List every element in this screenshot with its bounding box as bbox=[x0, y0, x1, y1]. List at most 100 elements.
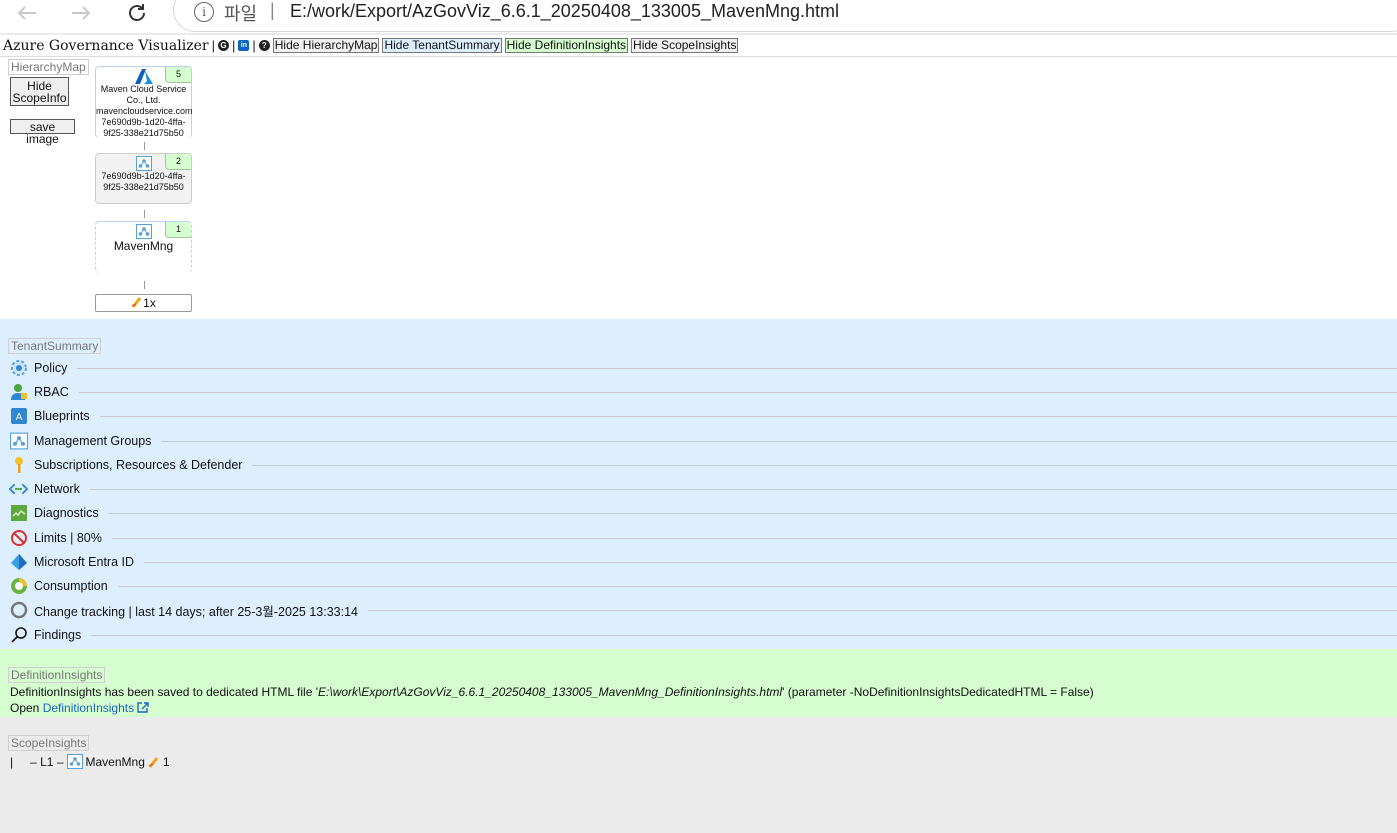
node-count-badge: 5 bbox=[165, 67, 191, 83]
summary-row-label: Policy bbox=[34, 361, 68, 375]
subscription-key-icon bbox=[131, 296, 143, 312]
github-icon[interactable]: G bbox=[217, 40, 229, 51]
tenantsummary-label: TenantSummary bbox=[8, 338, 102, 354]
hierarchymap-label: HierarchyMap bbox=[8, 59, 89, 75]
hide-scopeinsights-button[interactable]: Hide ScopeInsights bbox=[631, 38, 739, 53]
address-separator: | bbox=[270, 0, 275, 20]
divider bbox=[99, 415, 1397, 417]
divider bbox=[252, 464, 1397, 466]
summary-row-label: Microsoft Entra ID bbox=[34, 555, 135, 569]
summary-row-diagnostics[interactable]: Diagnostics bbox=[9, 502, 1397, 524]
divider bbox=[89, 488, 1397, 490]
page-topbar: Azure Governance Visualizer | G | in | ?… bbox=[0, 35, 1397, 57]
divider bbox=[108, 512, 1397, 514]
node-count-badge: 1 bbox=[165, 222, 191, 238]
definition-saved-message: DefinitionInsights has been saved to ded… bbox=[10, 685, 1094, 699]
scope-tree-row[interactable]: | – L1 – MavenMng 1 bbox=[10, 754, 170, 769]
definitioninsights-label: DefinitionInsights bbox=[8, 667, 106, 683]
divider bbox=[144, 561, 1397, 563]
summary-row-label: Subscriptions, Resources & Defender bbox=[34, 458, 243, 472]
message-prefix: DefinitionInsights has been saved to ded… bbox=[10, 685, 319, 699]
hide-hierarchymap-button[interactable]: Hide HierarchyMap bbox=[272, 38, 380, 53]
definitioninsights-link[interactable]: DefinitionInsights bbox=[43, 701, 150, 715]
summary-row-network[interactable]: Network bbox=[9, 478, 1397, 500]
svg-text:A: A bbox=[15, 412, 22, 423]
hide-definitioninsights-button[interactable]: Hide DefinitionInsights bbox=[504, 38, 629, 53]
summary-row-management-groups[interactable]: Management Groups bbox=[9, 430, 1397, 452]
tenant-summary-section: TenantSummary Policy RBAC A Blueprints M… bbox=[0, 319, 1397, 649]
summary-row-label: Management Groups bbox=[34, 434, 152, 448]
divider bbox=[78, 391, 1397, 393]
hide-scopeinfo-button[interactable]: Hide ScopeInfo bbox=[10, 77, 69, 106]
management-groups-icon bbox=[9, 432, 28, 451]
diagnostics-icon bbox=[9, 504, 28, 523]
linkedin-icon[interactable]: in bbox=[238, 40, 250, 51]
summary-row-label: Consumption bbox=[34, 579, 108, 593]
mavenmng-node[interactable]: 1 MavenMng bbox=[95, 221, 192, 273]
summary-row-label: Findings bbox=[34, 628, 82, 642]
management-group-icon bbox=[66, 754, 83, 769]
forward-button[interactable] bbox=[64, 0, 98, 26]
definition-file-path: E:\work\Export\AzGovViz_6.6.1_20250408_1… bbox=[318, 685, 783, 699]
subscription-count-node[interactable]: 1x bbox=[95, 294, 192, 312]
separator: | bbox=[252, 38, 256, 53]
summary-row-consumption[interactable]: Consumption bbox=[9, 575, 1397, 597]
scopeinsights-label: ScopeInsights bbox=[8, 735, 90, 751]
site-info-icon[interactable]: i bbox=[194, 2, 214, 22]
arrow-left-icon bbox=[17, 6, 36, 20]
external-link-icon bbox=[137, 702, 150, 713]
back-button[interactable] bbox=[10, 0, 44, 26]
definition-open-line: Open DefinitionInsights bbox=[10, 701, 150, 715]
summary-row-label: Limits | 80% bbox=[34, 531, 102, 545]
rbac-icon bbox=[9, 383, 28, 402]
node-line: 9f25-338e21d75b50 bbox=[103, 182, 184, 192]
search-icon bbox=[9, 626, 28, 645]
divider bbox=[77, 367, 1397, 369]
separator: | bbox=[231, 38, 236, 53]
scope-level: – L1 – bbox=[30, 754, 64, 769]
blueprints-icon: A bbox=[9, 407, 28, 426]
separator: | bbox=[211, 38, 215, 53]
node-title: MavenMng bbox=[113, 239, 174, 253]
root-mg-node[interactable]: 2 7e690d9b-1d20-4ffa- 9f25-338e21d75b50 bbox=[95, 153, 192, 204]
summary-row-label: Blueprints bbox=[34, 409, 90, 423]
summary-row-blueprints[interactable]: A Blueprints bbox=[9, 405, 1397, 427]
summary-row-policy[interactable]: Policy bbox=[9, 357, 1397, 379]
divider bbox=[161, 440, 1397, 442]
summary-row-label: Network bbox=[34, 482, 80, 496]
network-icon bbox=[9, 480, 28, 499]
change-tracking-icon bbox=[9, 601, 28, 620]
hide-tenantsummary-button[interactable]: Hide TenantSummary bbox=[382, 38, 502, 53]
reload-button[interactable] bbox=[120, 0, 154, 26]
entra-icon bbox=[9, 553, 28, 572]
reload-icon bbox=[129, 4, 145, 21]
limits-icon bbox=[9, 529, 28, 548]
node-line: 9f25-338e21d75b50 bbox=[103, 128, 184, 138]
browser-toolbar: i 파일 | E:/work/Export/AzGovViz_6.6.1_202… bbox=[0, 0, 1397, 33]
scope-subscription-count: 1 bbox=[162, 754, 170, 769]
scope-name: MavenMng bbox=[85, 754, 145, 769]
address-url[interactable]: E:/work/Export/AzGovViz_6.6.1_20250408_1… bbox=[290, 1, 839, 22]
node-line: 7e690d9b-1d20-4ffa- bbox=[101, 171, 186, 181]
node-line: mavencloudservice.com bbox=[96, 106, 193, 116]
save-image-button[interactable]: save image bbox=[10, 119, 75, 145]
summary-row-rbac[interactable]: RBAC bbox=[9, 381, 1397, 403]
summary-row-change-tracking[interactable]: Change tracking | last 14 days; after 25… bbox=[9, 599, 1397, 621]
help-icon[interactable]: ? bbox=[258, 40, 270, 51]
address-scheme-label: 파일 bbox=[224, 4, 258, 24]
connector-line bbox=[144, 281, 145, 289]
link-label: DefinitionInsights bbox=[42, 701, 135, 715]
tenant-root-node[interactable]: 5 Maven Cloud Service Co., Ltd. mavenclo… bbox=[95, 66, 193, 138]
scope-insights-section: ScopeInsights | – L1 – MavenMng 1 bbox=[0, 717, 1397, 833]
divider bbox=[117, 585, 1397, 587]
page-title: Azure Governance Visualizer bbox=[3, 37, 209, 54]
node-line: Co., Ltd. bbox=[126, 95, 161, 105]
summary-row-findings[interactable]: Findings bbox=[9, 624, 1397, 646]
summary-row-limits[interactable]: Limits | 80% bbox=[9, 527, 1397, 549]
summary-row-subscriptions[interactable]: Subscriptions, Resources & Defender bbox=[9, 454, 1397, 476]
summary-row-entra[interactable]: Microsoft Entra ID bbox=[9, 551, 1397, 573]
subscription-count: 1x bbox=[143, 296, 156, 310]
node-count-badge: 2 bbox=[165, 154, 191, 170]
hierarchy-map-section: HierarchyMap Hide ScopeInfo save image 5… bbox=[0, 57, 1397, 319]
key-icon bbox=[9, 456, 28, 475]
